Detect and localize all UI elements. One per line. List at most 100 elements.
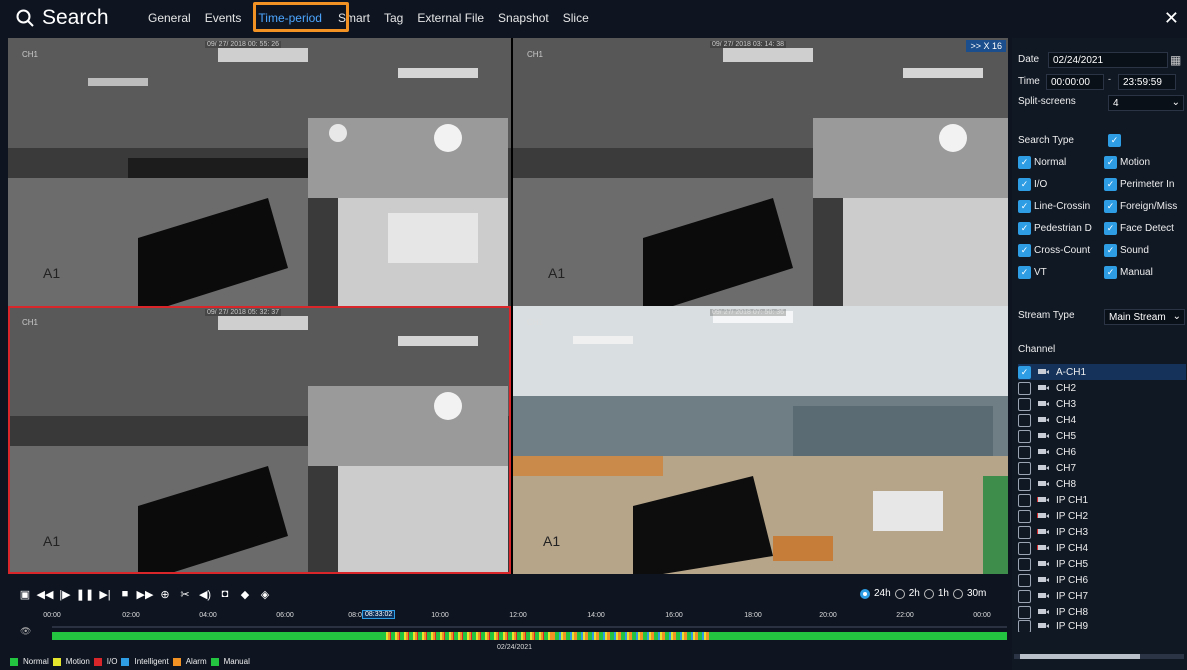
- close-icon[interactable]: ✕: [1164, 8, 1179, 29]
- channel-list-scrollbar[interactable]: [1014, 654, 1184, 659]
- channel-item-ip-ch4[interactable]: IP CH4: [1018, 540, 1186, 556]
- search-type-label: Cross-Count: [1034, 245, 1091, 256]
- tab-general[interactable]: General: [148, 11, 191, 25]
- tab-tag[interactable]: Tag: [384, 11, 403, 25]
- range-radio-30m[interactable]: [952, 588, 963, 599]
- tab-highlight-box: [253, 2, 349, 32]
- search-type-sound[interactable]: ✓ Sound: [1104, 244, 1186, 257]
- timeline-date: 02/24/2021: [497, 644, 533, 651]
- rewind-icon[interactable]: ◀◀: [37, 587, 54, 601]
- video-grid: A1 CH1 09/ 27/ 2018 00: 55: 26 A1 CH1 09…: [8, 38, 1008, 574]
- search-type-io[interactable]: ✓ I/O: [1018, 178, 1102, 191]
- camera-icon: [1038, 368, 1050, 376]
- camera-icon: [1038, 416, 1050, 424]
- channel-item-ip-ch1[interactable]: IP CH1: [1018, 492, 1186, 508]
- zoom-icon[interactable]: ⊕: [158, 587, 172, 601]
- legend-swatch: [210, 657, 219, 666]
- channel-name: IP CH4: [1056, 542, 1089, 554]
- tab-snapshot[interactable]: Snapshot: [498, 11, 549, 25]
- channel-item-ip-ch8[interactable]: IP CH8: [1018, 604, 1186, 620]
- channel-item-ip-ch2[interactable]: IP CH2: [1018, 508, 1186, 524]
- channel-item-ip-ch5[interactable]: IP CH5: [1018, 556, 1186, 572]
- search-type-vt[interactable]: ✓ VT: [1018, 266, 1102, 279]
- search-options-panel: Date 02/24/2021 ▦ Time 00:00:00 - 23:59:…: [1012, 38, 1187, 670]
- split-screens-select[interactable]: 4 ⌄: [1108, 95, 1184, 111]
- video-pane-3[interactable]: A1 CH1 09/ 27/ 2018 05: 32: 37: [8, 306, 511, 574]
- channel-item-ch4[interactable]: CH4: [1018, 412, 1186, 428]
- page-title: Search: [42, 6, 109, 29]
- fullscreen-icon[interactable]: ▣: [18, 587, 32, 601]
- pause-icon[interactable]: ❚❚: [76, 587, 94, 601]
- recording-timeline[interactable]: [52, 632, 1007, 640]
- search-type-face-detect[interactable]: ✓ Face Detect: [1104, 222, 1186, 235]
- channel-item-ip-ch6[interactable]: IP CH6: [1018, 572, 1186, 588]
- snapshot-icon[interactable]: ◘: [218, 587, 232, 601]
- channel-item-ch6[interactable]: CH6: [1018, 444, 1186, 460]
- video-pane-4[interactable]: A1 CH1 09/ 27/ 2018 07: 50: 36: [513, 306, 1008, 574]
- tick-label: 18:00: [744, 612, 762, 619]
- legend-swatch: [172, 657, 181, 666]
- search-type-perimeter[interactable]: ✓ Perimeter In: [1104, 178, 1186, 191]
- channel-name: CH6: [1056, 446, 1077, 458]
- channel-item-ip-ch3[interactable]: IP CH3: [1018, 524, 1186, 540]
- channel-item-ch5[interactable]: CH5: [1018, 428, 1186, 444]
- video-pane-1[interactable]: A1 CH1 09/ 27/ 2018 00: 55: 26: [8, 38, 511, 306]
- channel-name: IP CH9: [1056, 620, 1089, 632]
- search-type-foreign-missing[interactable]: ✓ Foreign/Miss: [1104, 200, 1186, 213]
- video-pane-2[interactable]: A1 CH1 09/ 27/ 2018 03: 14: 38 >> X 16: [513, 38, 1008, 306]
- channel-name: CH7: [1056, 462, 1077, 474]
- search-type-line-crossing[interactable]: ✓ Line-Crossin: [1018, 200, 1102, 213]
- channel-item-ip-ch7[interactable]: IP CH7: [1018, 588, 1186, 604]
- tick-label: 22:00: [896, 612, 914, 619]
- channel-name: CH2: [1056, 382, 1077, 394]
- legend-swatch: [121, 657, 130, 666]
- channel-item-ch8[interactable]: CH8: [1018, 476, 1186, 492]
- search-type-manual[interactable]: ✓ Manual: [1104, 266, 1186, 279]
- ip-camera-icon: [1038, 512, 1050, 520]
- date-label: Date: [1018, 54, 1040, 65]
- svg-text:A1: A1: [43, 533, 60, 549]
- channel-item-ch2[interactable]: CH2: [1018, 380, 1186, 396]
- tick-label: 04:00: [199, 612, 217, 619]
- tab-external-file[interactable]: External File: [417, 11, 484, 25]
- audio-icon[interactable]: ◀): [198, 587, 212, 601]
- fast-forward-icon[interactable]: ▶▶: [137, 587, 154, 601]
- camera-icon: [1038, 576, 1050, 584]
- ip-camera-icon: [1038, 528, 1050, 536]
- scrollbar-thumb[interactable]: [1020, 654, 1140, 659]
- time-end-field[interactable]: 23:59:59: [1118, 74, 1176, 90]
- search-type-pedestrian[interactable]: ✓ Pedestrian D: [1018, 222, 1102, 235]
- channel-item-ch3[interactable]: CH3: [1018, 396, 1186, 412]
- playback-speed-badge: >> X 16: [966, 40, 1006, 52]
- stream-type-select[interactable]: Main Stream ⌄: [1104, 309, 1185, 325]
- channel-item-ch7[interactable]: CH7: [1018, 460, 1186, 476]
- eye-icon[interactable]: 👁: [20, 626, 31, 637]
- camera-feed-office-1: A1: [8, 38, 511, 306]
- search-type-all-checkbox[interactable]: ✓: [1108, 134, 1121, 147]
- channel-item-ip-ch9[interactable]: IP CH9: [1018, 620, 1186, 632]
- clip-icon[interactable]: ✂: [178, 587, 192, 601]
- search-type-motion[interactable]: ✓ Motion: [1104, 156, 1186, 169]
- date-field[interactable]: 02/24/2021: [1048, 52, 1168, 68]
- range-radio-2h[interactable]: [894, 588, 905, 599]
- legend-label: Alarm: [185, 657, 207, 666]
- camera-icon: [1038, 622, 1050, 630]
- timeline-legend: Normal Motion I/O Intelligent Alarm Manu…: [10, 657, 250, 666]
- tab-bar: General Events Time-period Smart Tag Ext…: [148, 11, 603, 25]
- tab-slice[interactable]: Slice: [563, 11, 589, 25]
- stop-icon[interactable]: ■: [118, 587, 132, 601]
- channel-item-a-ch1[interactable]: ✓ A-CH1: [1018, 364, 1186, 380]
- timeline-cursor-time[interactable]: 08:33:02: [362, 610, 396, 619]
- calendar-icon[interactable]: ▦: [1170, 53, 1181, 67]
- custom-tag-icon[interactable]: ◈: [258, 587, 272, 601]
- tag-icon[interactable]: ◆: [238, 587, 252, 601]
- time-range-selector: 24h 2h 1h 30m: [860, 588, 986, 599]
- search-type-cross-count[interactable]: ✓ Cross-Count: [1018, 244, 1102, 257]
- step-forward-icon[interactable]: ▶|: [98, 587, 112, 601]
- tab-events[interactable]: Events: [205, 11, 242, 25]
- range-radio-1h[interactable]: [923, 588, 934, 599]
- search-type-normal[interactable]: ✓ Normal: [1018, 156, 1102, 169]
- step-back-icon[interactable]: |▶: [58, 587, 72, 601]
- time-start-field[interactable]: 00:00:00: [1046, 74, 1104, 90]
- range-radio-24h[interactable]: [860, 588, 870, 599]
